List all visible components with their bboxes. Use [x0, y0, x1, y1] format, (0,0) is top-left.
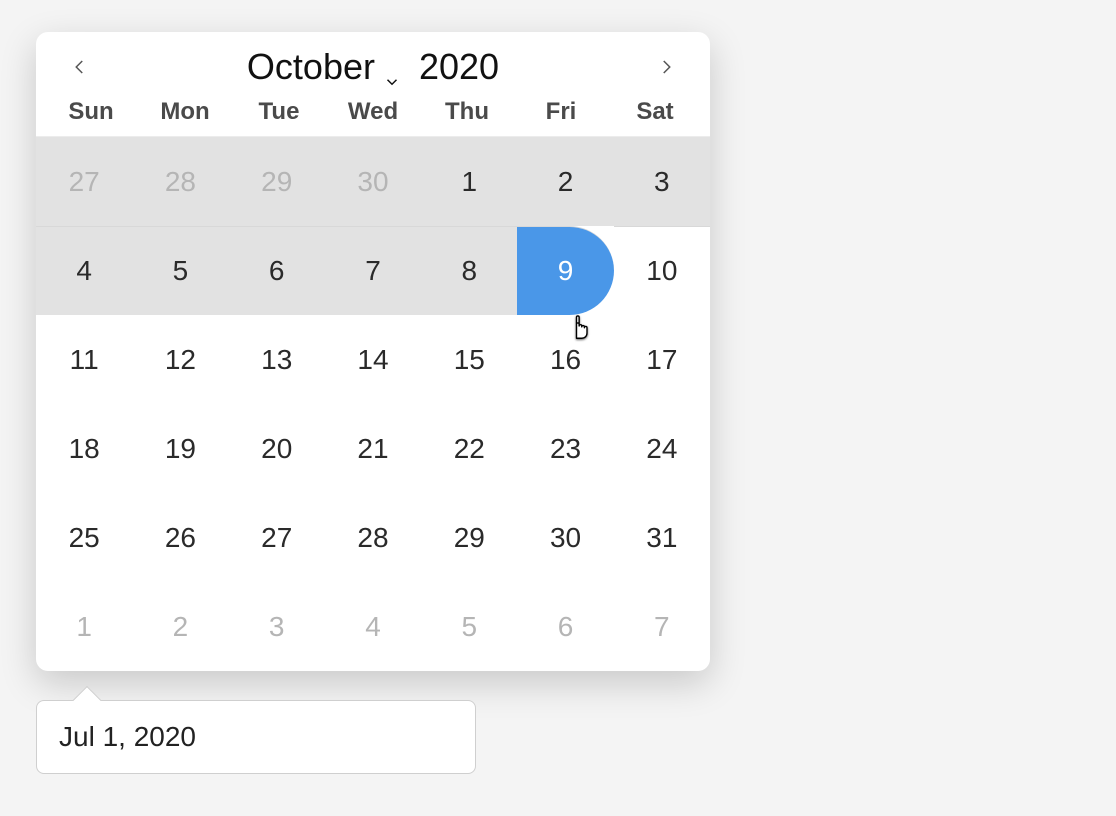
- calendar-day[interactable]: 3: [229, 582, 325, 671]
- weekday-header-row: Sun Mon Tue Wed Thu Fri Sat: [36, 94, 710, 137]
- date-picker-panel: October 2020 Sun Mon Tue Wed Thu Fri Sat…: [36, 32, 710, 671]
- weekday-header: Thu: [420, 98, 514, 126]
- calendar-day[interactable]: 26: [132, 493, 228, 582]
- chevron-right-icon: [657, 53, 675, 81]
- calendar-day[interactable]: 7: [614, 582, 710, 671]
- calendar-day[interactable]: 4: [325, 582, 421, 671]
- calendar-day[interactable]: 2: [517, 137, 613, 226]
- calendar-day[interactable]: 17: [614, 315, 710, 404]
- calendar-day[interactable]: 2: [132, 582, 228, 671]
- calendar-day[interactable]: 9: [517, 226, 613, 315]
- calendar-day[interactable]: 5: [421, 582, 517, 671]
- calendar-day[interactable]: 20: [229, 404, 325, 493]
- calendar-day[interactable]: 31: [614, 493, 710, 582]
- date-input-field[interactable]: Jul 1, 2020: [36, 700, 476, 774]
- calendar-day[interactable]: 29: [421, 493, 517, 582]
- popover-arrow: [73, 686, 101, 714]
- calendar-day[interactable]: 22: [421, 404, 517, 493]
- calendar-day[interactable]: 4: [36, 226, 132, 315]
- calendar-day[interactable]: 5: [132, 226, 228, 315]
- calendar-day[interactable]: 13: [229, 315, 325, 404]
- next-month-button[interactable]: [646, 47, 686, 87]
- calendar-day[interactable]: 10: [614, 226, 710, 315]
- calendar-day[interactable]: 25: [36, 493, 132, 582]
- calendar-day[interactable]: 28: [132, 137, 228, 226]
- calendar-day[interactable]: 1: [421, 137, 517, 226]
- prev-month-button[interactable]: [60, 47, 100, 87]
- chevron-down-icon: [383, 58, 401, 76]
- date-input-value: Jul 1, 2020: [59, 721, 196, 753]
- calendar-day[interactable]: 6: [229, 226, 325, 315]
- calendar-day[interactable]: 18: [36, 404, 132, 493]
- calendar-day[interactable]: 3: [614, 137, 710, 226]
- calendar-day[interactable]: 11: [36, 315, 132, 404]
- calendar-header: October 2020: [36, 32, 710, 94]
- weekday-header: Sun: [44, 98, 138, 126]
- calendar-day[interactable]: 7: [325, 226, 421, 315]
- weekday-header: Sat: [608, 98, 702, 126]
- chevron-left-icon: [71, 53, 89, 81]
- calendar-day[interactable]: 28: [325, 493, 421, 582]
- calendar-grid: 2728293012345678910111213141516171819202…: [36, 137, 710, 671]
- calendar-day[interactable]: 8: [421, 226, 517, 315]
- weekday-header: Fri: [514, 98, 608, 126]
- calendar-title: October 2020: [247, 46, 499, 88]
- weekday-header: Tue: [232, 98, 326, 126]
- calendar-day[interactable]: 6: [517, 582, 613, 671]
- month-label: October: [247, 46, 375, 88]
- weekday-header: Mon: [138, 98, 232, 126]
- calendar-day[interactable]: 24: [614, 404, 710, 493]
- year-select[interactable]: 2020: [419, 46, 499, 88]
- calendar-day[interactable]: 30: [517, 493, 613, 582]
- calendar-day[interactable]: 19: [132, 404, 228, 493]
- calendar-day[interactable]: 30: [325, 137, 421, 226]
- calendar-day[interactable]: 15: [421, 315, 517, 404]
- calendar-day[interactable]: 12: [132, 315, 228, 404]
- calendar-day[interactable]: 27: [36, 137, 132, 226]
- calendar-day[interactable]: 23: [517, 404, 613, 493]
- calendar-day[interactable]: 16: [517, 315, 613, 404]
- calendar-day[interactable]: 1: [36, 582, 132, 671]
- calendar-day[interactable]: 27: [229, 493, 325, 582]
- weekday-header: Wed: [326, 98, 420, 126]
- calendar-day[interactable]: 21: [325, 404, 421, 493]
- calendar-day[interactable]: 14: [325, 315, 421, 404]
- calendar-day[interactable]: 29: [229, 137, 325, 226]
- month-select[interactable]: October: [247, 46, 401, 88]
